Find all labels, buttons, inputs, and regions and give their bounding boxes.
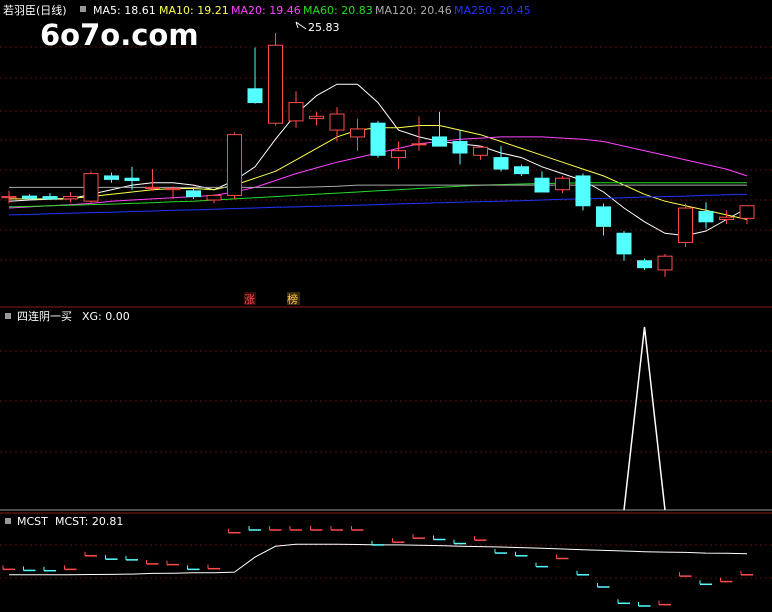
candle — [534, 171, 550, 193]
candle-body — [739, 205, 755, 219]
candle — [145, 169, 160, 191]
stock-chart: 6o7o.com 若羽臣(日线) MA5: 18.61 MA10: 19.21 … — [0, 3, 772, 607]
candle-body — [534, 177, 550, 193]
candle — [247, 47, 263, 104]
candle-body — [452, 141, 468, 154]
candle-body — [596, 206, 611, 227]
indicator-title: 四连阴一买 — [17, 310, 72, 323]
candle-body — [350, 128, 365, 138]
candle — [288, 91, 304, 128]
candle-body — [206, 194, 222, 201]
candle-body — [165, 188, 181, 191]
candle-body — [309, 115, 324, 120]
mcst-marker — [5, 518, 11, 524]
candle — [104, 172, 119, 183]
candle — [739, 205, 755, 225]
candle-body — [247, 88, 263, 104]
candle-body — [227, 134, 242, 196]
candle-body — [83, 173, 99, 202]
candle-body — [370, 122, 386, 156]
xg-indicator-series — [623, 326, 666, 511]
candle-body — [555, 177, 570, 191]
candle — [63, 191, 78, 203]
mcst-line — [9, 543, 748, 576]
candle — [473, 146, 488, 160]
candle-body — [616, 232, 632, 255]
mcst-series — [2, 526, 753, 607]
candle — [596, 203, 611, 236]
candle — [698, 202, 714, 229]
candle — [42, 193, 58, 201]
legend-ma20: MA20: 19.46 — [231, 4, 301, 17]
candle-body — [63, 196, 78, 200]
indicator-legend: XG: 0.00 — [82, 310, 130, 323]
candle-body — [493, 157, 509, 170]
candle — [329, 107, 345, 142]
candle — [227, 132, 242, 199]
legend-ma250: MA250: 20.45 — [454, 4, 531, 17]
legend-ma10: MA10: 19.21 — [159, 4, 229, 17]
candle-body — [411, 143, 427, 146]
candle-body — [391, 150, 406, 159]
legend-ma60: MA60: 20.83 — [303, 4, 373, 17]
candle-body — [145, 186, 160, 190]
candle — [678, 203, 693, 248]
candle-body — [678, 207, 693, 243]
legend-marker — [80, 6, 86, 12]
candle — [555, 175, 570, 194]
candle-body — [268, 44, 283, 124]
candle — [432, 111, 447, 147]
candle — [493, 146, 509, 172]
candle — [1, 190, 17, 204]
high-annotation-arrow — [295, 21, 307, 30]
candle-body — [432, 136, 447, 147]
watermark: 6o7o.com — [40, 18, 199, 52]
xg-signal-peak — [623, 326, 666, 511]
candle-body — [473, 146, 488, 156]
candle — [637, 258, 652, 270]
candle-body — [186, 190, 201, 198]
candle-body — [42, 196, 58, 200]
stock-title: 若羽臣(日线) — [3, 3, 67, 17]
candle-body — [719, 216, 734, 220]
high-annotation: 25.83 — [308, 21, 340, 34]
candle — [309, 111, 324, 126]
candle-body — [329, 113, 345, 131]
event-mark-zhang: 涨 — [244, 293, 255, 306]
ma60-line — [8, 182, 747, 208]
candle — [206, 194, 222, 204]
candle — [616, 230, 632, 261]
candlestick-series — [1, 33, 755, 277]
candle — [83, 171, 99, 204]
candle-body — [288, 102, 304, 122]
candle — [514, 164, 529, 176]
candle-body — [657, 255, 673, 271]
candle-body — [124, 177, 140, 182]
candle — [370, 120, 386, 158]
mcst-title: MCST — [17, 515, 48, 528]
candle — [657, 253, 673, 277]
ma250-line — [8, 193, 748, 216]
candle-body — [22, 195, 37, 199]
candle-body — [575, 175, 591, 207]
ma5-line — [8, 83, 748, 237]
candle — [452, 130, 468, 165]
candle — [411, 116, 427, 151]
candle — [391, 141, 406, 170]
mcst-legend: MCST: 20.81 — [55, 515, 123, 528]
candle-body — [514, 166, 529, 175]
moving-average-lines — [8, 83, 748, 237]
legend-ma120: MA120: 20.46 — [375, 4, 452, 17]
candle-body — [698, 210, 714, 223]
candle-body — [637, 260, 652, 269]
legend-ma5: MA5: 18.61 — [93, 4, 156, 17]
candle-body — [1, 196, 17, 199]
candle — [350, 118, 365, 151]
ma120-line — [9, 184, 747, 188]
candle-body — [104, 175, 119, 180]
candle — [575, 173, 591, 211]
candle — [268, 33, 283, 126]
event-mark-bang: 榜 — [287, 292, 298, 306]
indicator-marker — [5, 313, 11, 319]
